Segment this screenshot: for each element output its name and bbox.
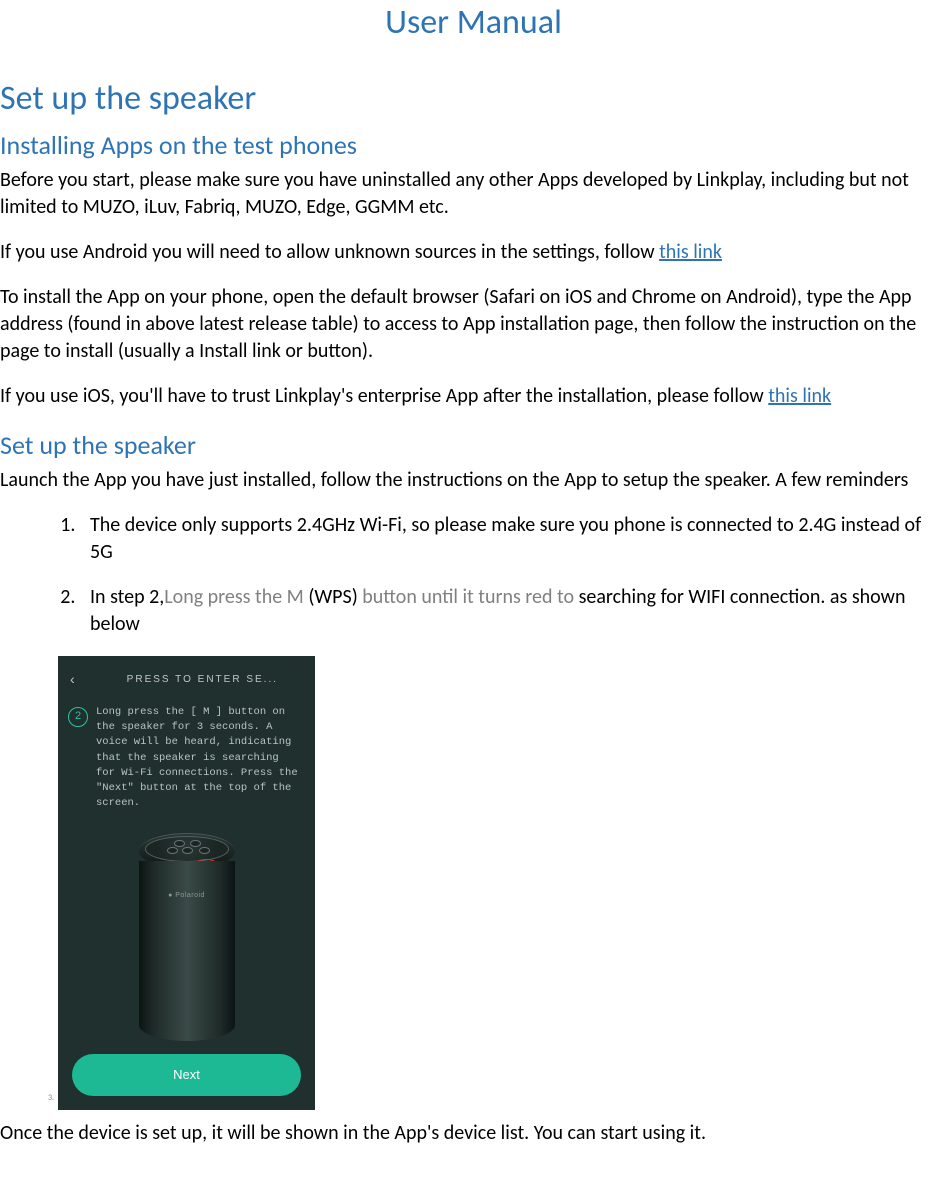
section-heading: Set up the speaker — [0, 76, 947, 122]
speaker-illustration: ● Polaroid — [58, 833, 315, 1043]
text: If you use iOS, you'll have to trust Lin… — [0, 384, 768, 408]
paragraph: If you use Android you will need to allo… — [0, 239, 947, 266]
list-item: In step 2,Long press the M (WPS) button … — [80, 584, 947, 638]
phone-instruction-text: Long press the [ M ] button on the speak… — [96, 705, 301, 812]
list-item: The device only supports 2.4GHz Wi-Fi, s… — [80, 512, 947, 566]
text: In step 2, — [90, 585, 164, 609]
link-android-unknown-sources[interactable]: this link — [659, 240, 722, 264]
text: (WPS) — [308, 585, 357, 609]
app-screenshot: 3. ‹ PRESS TO ENTER SE... 2 Long press t… — [58, 656, 947, 1110]
link-ios-trust[interactable]: this link — [768, 384, 831, 408]
text-grey: button until it turns red to — [358, 585, 579, 609]
subsection-heading-installing: Installing Apps on the test phones — [0, 128, 947, 163]
phone-header-title: PRESS TO ENTER SE... — [107, 673, 303, 687]
text: If you use Android you will need to allo… — [0, 240, 659, 264]
subsection-heading-setup: Set up the speaker — [0, 428, 947, 463]
paragraph: Once the device is set up, it will be sh… — [0, 1120, 947, 1147]
paragraph: Launch the App you have just installed, … — [0, 467, 947, 494]
paragraph: Before you start, please make sure you h… — [0, 167, 947, 221]
phone-mockup: ‹ PRESS TO ENTER SE... 2 Long press the … — [58, 656, 315, 1110]
phone-body: 2 Long press the [ M ] button on the spe… — [58, 695, 315, 816]
back-icon[interactable]: ‹ — [70, 670, 77, 689]
document-title: User Manual — [0, 0, 947, 46]
paragraph: To install the App on your phone, open t… — [0, 284, 947, 365]
ordered-list: The device only supports 2.4GHz Wi-Fi, s… — [0, 512, 947, 638]
text-grey: Long press the M — [164, 585, 308, 609]
phone-header: ‹ PRESS TO ENTER SE... — [58, 656, 315, 695]
next-button[interactable]: Next — [72, 1054, 301, 1096]
speaker-brand-label: ● Polaroid — [139, 891, 235, 900]
step-badge: 2 — [68, 707, 88, 727]
paragraph: If you use iOS, you'll have to trust Lin… — [0, 383, 947, 410]
footnote-number: 3. — [48, 1093, 54, 1104]
